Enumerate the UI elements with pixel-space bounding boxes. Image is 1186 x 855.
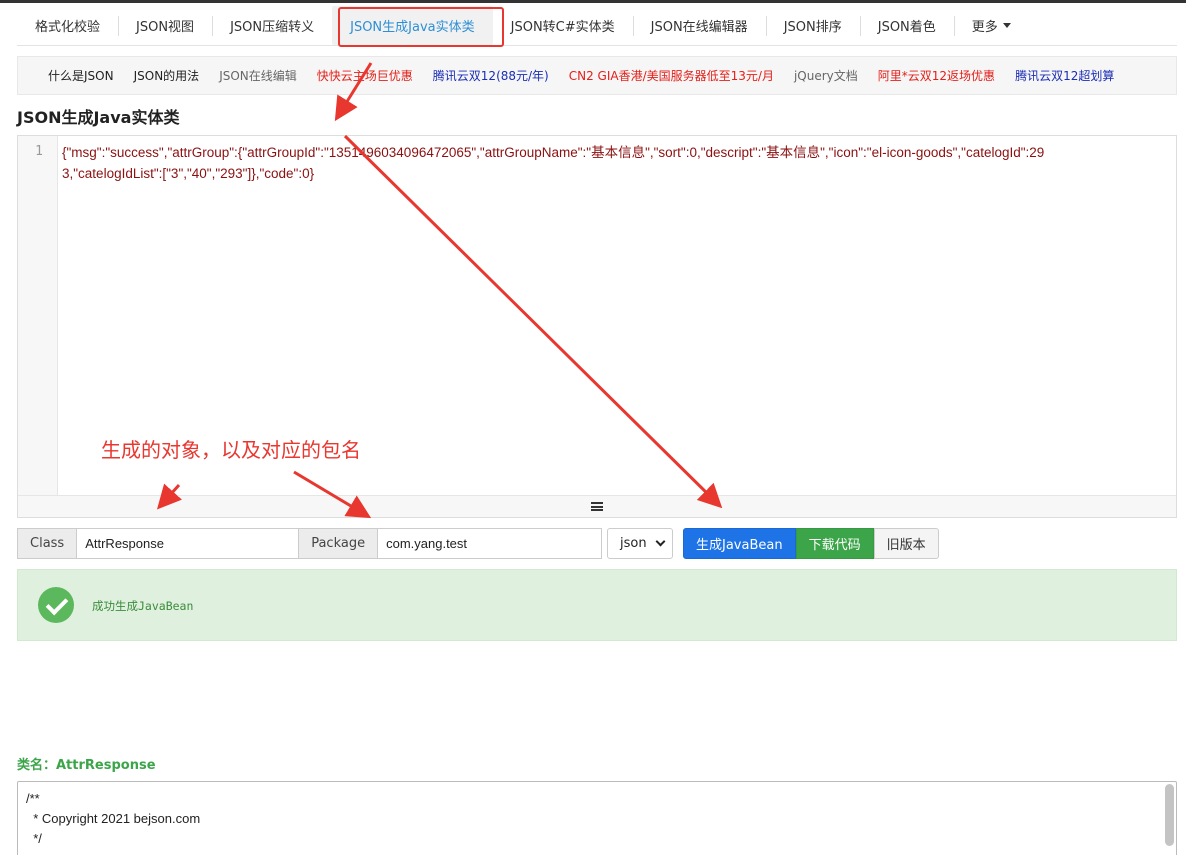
check-circle-icon <box>38 587 74 623</box>
nav-item-format-validate[interactable]: 格式化校验 <box>17 6 118 45</box>
format-select[interactable]: json <box>607 528 673 559</box>
class-name-input[interactable] <box>77 528 300 559</box>
sublink-promo-tencent[interactable]: 腾讯云双12(88元/年) <box>433 67 549 84</box>
code-line: * Copyright 2021 bejson.com <box>26 811 201 826</box>
annotation-text: 生成的对象，以及对应的包名 <box>101 438 361 462</box>
nav-item-json-to-java[interactable]: JSON生成Java实体类 <box>332 6 493 45</box>
output-scrollbar[interactable] <box>1165 784 1174 846</box>
generated-code-output[interactable]: /** * Copyright 2021 bejson.com */ <box>17 781 1177 855</box>
result-class-name: 类名：AttrResponse <box>17 758 156 773</box>
nav-item-json-sort[interactable]: JSON排序 <box>765 6 860 45</box>
top-border <box>0 0 1186 3</box>
editor-resize-handle[interactable] <box>18 495 1176 517</box>
nav-item-more[interactable]: 更多 <box>953 6 1029 45</box>
sublink-promo-tencent-2[interactable]: 腾讯云双12超划算 <box>1015 67 1114 84</box>
page-title: JSON生成Java实体类 <box>17 108 180 127</box>
sublink-json-usage[interactable]: JSON的用法 <box>134 67 200 84</box>
sublink-what-is-json[interactable]: 什么是JSON <box>48 67 114 84</box>
sublink-promo-cn2[interactable]: CN2 GIA香港/美国服务器低至13元/月 <box>569 67 774 84</box>
sublink-promo-aliyun[interactable]: 阿里*云双12返场优惠 <box>878 67 995 84</box>
action-buttons: 生成JavaBean 下载代码 旧版本 <box>683 528 939 559</box>
chevron-down-icon <box>655 536 666 547</box>
line-number: 1 <box>35 144 43 159</box>
main-nav: 格式化校验 JSON视图 JSON压缩转义 JSON生成Java实体类 JSON… <box>17 6 1177 46</box>
success-message: 成功生成JavaBean <box>92 599 194 613</box>
code-line: /** <box>26 791 40 806</box>
code-line: */ <box>26 831 42 846</box>
caret-down-icon <box>1002 23 1011 28</box>
success-alert: 成功生成JavaBean <box>17 569 1177 641</box>
editor-gutter: 1 <box>18 136 58 496</box>
package-name-input[interactable] <box>378 528 603 559</box>
nav-item-json-compress[interactable]: JSON压缩转义 <box>212 6 332 45</box>
format-select-value: json <box>620 536 647 551</box>
nav-item-json-color[interactable]: JSON着色 <box>859 6 954 45</box>
nav-more-label: 更多 <box>971 20 998 35</box>
class-package-form: Class Package <box>17 528 603 559</box>
nav-item-json-view[interactable]: JSON视图 <box>118 6 212 45</box>
package-label: Package <box>299 528 379 559</box>
sublink-promo-kuaikuai[interactable]: 快快云主场巨优惠 <box>317 67 413 84</box>
sublink-json-online-edit[interactable]: JSON在线编辑 <box>219 67 297 84</box>
hamburger-icon <box>591 502 603 511</box>
sublinks-bar: 什么是JSON JSON的用法 JSON在线编辑 快快云主场巨优惠 腾讯云双12… <box>17 56 1177 95</box>
sublink-jquery-docs[interactable]: jQuery文档 <box>794 67 858 84</box>
generate-javabean-button[interactable]: 生成JavaBean <box>683 528 796 559</box>
nav-item-json-editor[interactable]: JSON在线编辑器 <box>632 6 766 45</box>
old-version-button[interactable]: 旧版本 <box>873 528 939 559</box>
json-input-text[interactable]: {"msg":"success","attrGroup":{"attrGroup… <box>62 142 1062 184</box>
nav-item-json-to-csharp[interactable]: JSON转C#实体类 <box>493 6 633 45</box>
download-code-button[interactable]: 下载代码 <box>795 528 874 559</box>
class-label: Class <box>17 528 78 559</box>
